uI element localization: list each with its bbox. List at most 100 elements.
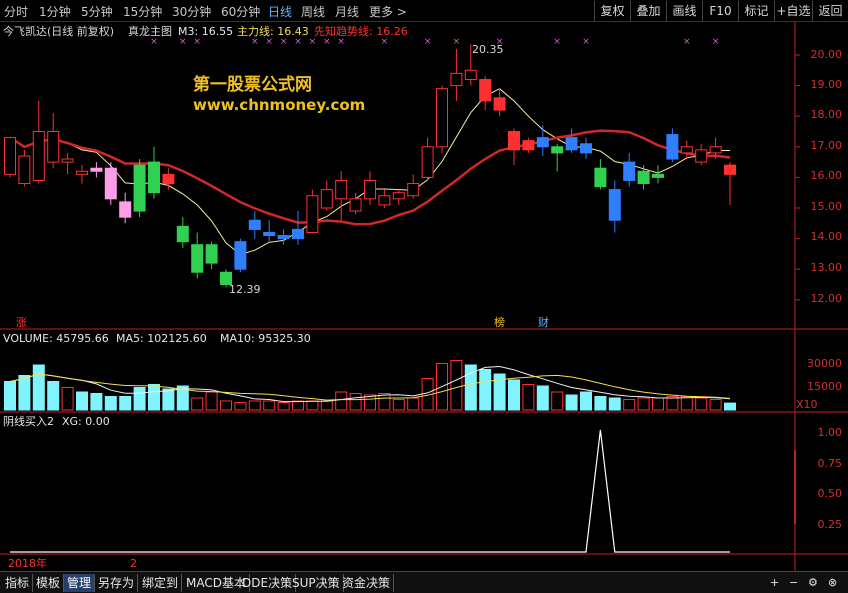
- candle-body: [47, 131, 60, 163]
- volume-bar: [522, 384, 535, 411]
- volume-bar: [32, 364, 45, 411]
- candle-body: [277, 235, 290, 240]
- tab-indicator[interactable]: 指标: [2, 574, 34, 592]
- volume-bar: [407, 397, 420, 411]
- candle-body: [176, 225, 189, 243]
- candle-body: [378, 195, 391, 206]
- volume-bar: [90, 393, 103, 411]
- candle-body: [104, 167, 117, 200]
- volume-bar: [580, 391, 592, 411]
- volume-bar: [133, 387, 146, 411]
- signal-x-marker: ×: [150, 37, 158, 47]
- kline-chart-canvas[interactable]: × × × × × × × × × × × × × × × × × ×: [0, 0, 848, 593]
- candle-body: [4, 137, 16, 175]
- candle-body: [464, 69, 477, 80]
- volume-bar: [349, 393, 362, 411]
- candle-body: [652, 173, 664, 178]
- volume-bar: [205, 391, 218, 411]
- signal-x-marker: ×: [582, 37, 590, 47]
- minus-icon[interactable]: −: [789, 576, 798, 589]
- candle-body: [508, 131, 520, 151]
- candle-body: [536, 137, 549, 148]
- volume-bar: [220, 400, 232, 411]
- signal-x-marker: ×: [453, 37, 461, 47]
- signal-x-marker: ×: [424, 37, 432, 47]
- candle-body: [292, 228, 304, 240]
- candle-body: [32, 131, 45, 181]
- signal-x-marker: ×: [683, 37, 691, 47]
- volume-bar: [18, 375, 31, 411]
- volume-bar: [335, 391, 348, 411]
- volume-bar: [680, 396, 693, 411]
- volume-bar: [234, 402, 247, 411]
- candle-body: [479, 78, 492, 102]
- volume-bar: [4, 381, 16, 411]
- candle-body: [580, 143, 592, 154]
- volume-bar: [378, 393, 391, 411]
- candle-body: [637, 170, 650, 185]
- candle-body: [407, 183, 420, 197]
- tab-sup[interactable]: SUP决策: [289, 574, 344, 592]
- volume-bar: [148, 384, 160, 411]
- close-icon[interactable]: ⊗: [828, 576, 837, 589]
- volume-bar: [637, 397, 650, 411]
- candle-body: [90, 167, 103, 172]
- candle-body: [349, 198, 362, 212]
- volume-bar: [652, 397, 664, 411]
- signal-x-marker: ×: [381, 37, 389, 47]
- volume-bar: [162, 388, 175, 411]
- volume-bar: [61, 387, 74, 411]
- volume-bar: [594, 396, 607, 411]
- tab-save-as[interactable]: 另存为: [95, 574, 139, 592]
- volume-bar: [320, 400, 333, 411]
- volume-bar: [292, 400, 304, 411]
- candle-body: [306, 195, 319, 233]
- volume-bar: [666, 396, 679, 411]
- tab-template[interactable]: 模板: [33, 574, 65, 592]
- volume-bar: [508, 379, 520, 411]
- volume-bar: [119, 396, 132, 411]
- volume-bar: [191, 397, 204, 411]
- candle-body: [594, 167, 607, 188]
- tab-fund[interactable]: 资金决策: [339, 574, 395, 592]
- volume-bar: [709, 399, 722, 411]
- volume-bar: [695, 397, 708, 411]
- volume-bar: [565, 394, 578, 411]
- indicator-tab-bar: 指标 模板 管理 另存为 绑定到 MACD基本 DDE决策 SUP决策 资金决策…: [0, 571, 848, 593]
- volume-bar: [306, 400, 319, 411]
- candle-body: [436, 88, 448, 148]
- volume-bar: [623, 399, 636, 411]
- candle-body: [162, 173, 175, 185]
- volume-bar: [479, 369, 492, 411]
- candle-body: [450, 72, 463, 87]
- signal-x-marker: ×: [280, 37, 288, 47]
- tab-dde[interactable]: DDE决策: [239, 574, 297, 592]
- tab-bind-to[interactable]: 绑定到: [139, 574, 183, 592]
- candle-body: [421, 146, 434, 178]
- candle-body: [623, 161, 636, 181]
- signal-x-marker: ×: [496, 37, 504, 47]
- candle-body: [551, 146, 564, 154]
- candle-body: [522, 140, 535, 151]
- candle-body: [392, 192, 405, 200]
- signal-x-marker: ×: [265, 37, 273, 47]
- volume-bar: [392, 399, 405, 411]
- add-indicator-icon[interactable]: +: [770, 576, 779, 589]
- volume-bar: [450, 360, 463, 411]
- volume-bar: [104, 396, 117, 411]
- candle-body: [666, 134, 679, 160]
- signal-x-marker: ×: [553, 37, 561, 47]
- candle-body: [493, 97, 506, 111]
- candle-body: [335, 179, 348, 200]
- candle-body: [220, 271, 232, 286]
- candle-body: [76, 170, 88, 175]
- settings-icon[interactable]: ⚙: [808, 576, 818, 589]
- volume-bar: [277, 402, 290, 411]
- candle-body: [364, 179, 376, 200]
- signal-line: [10, 429, 730, 553]
- volume-bar: [248, 400, 261, 411]
- tab-manage[interactable]: 管理: [64, 574, 96, 592]
- signal-x-marker: ×: [323, 37, 331, 47]
- volume-bar: [536, 385, 549, 411]
- candle-body: [191, 244, 204, 273]
